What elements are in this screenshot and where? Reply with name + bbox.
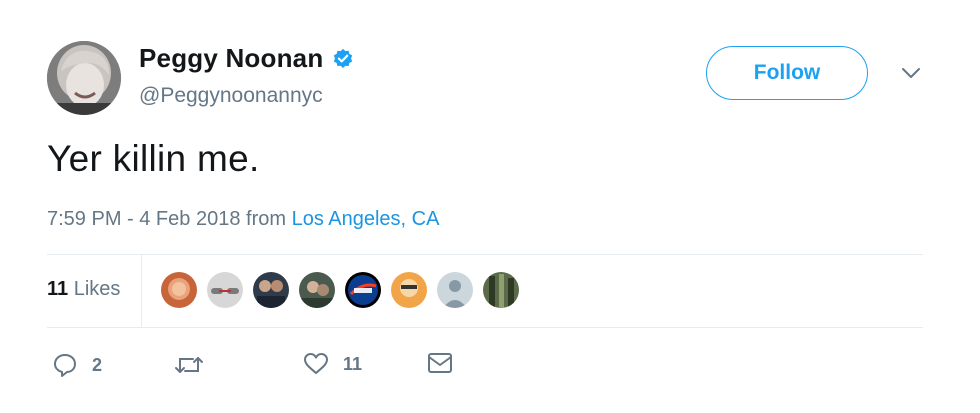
like-count: 11 — [343, 353, 363, 374]
nasa-avatar[interactable] — [345, 272, 381, 308]
likes-count: 11 — [47, 278, 69, 300]
avatar[interactable] — [47, 41, 121, 115]
retweet-action[interactable] — [174, 352, 218, 378]
avatar-image — [47, 41, 121, 115]
tweet-text: Yer killin me. — [47, 138, 260, 179]
like-action[interactable]: 11 — [303, 352, 362, 376]
from-label: from — [246, 208, 287, 230]
stats-separator — [141, 255, 142, 327]
reply-action[interactable]: 2 — [52, 352, 102, 378]
verified-badge-icon — [334, 48, 353, 68]
default-avatar[interactable] — [437, 272, 473, 308]
tweet-location-link[interactable]: Los Angeles, CA — [292, 208, 440, 230]
retweet-icon — [175, 357, 203, 373]
divider — [47, 327, 923, 328]
display-name[interactable]: Peggy Noonan — [139, 43, 323, 74]
divider — [47, 254, 923, 255]
author-name-row: Peggy Noonan — [139, 43, 354, 74]
likes-stat[interactable]: 11 Likes — [47, 278, 120, 301]
likes-label: Likes — [73, 278, 121, 300]
liker-avatar[interactable] — [207, 272, 243, 308]
reply-icon — [54, 354, 76, 377]
tweet-timestamp[interactable]: 7:59 PM - 4 Feb 2018 — [47, 208, 240, 230]
liker-avatar[interactable] — [299, 272, 335, 308]
liker-avatar[interactable] — [253, 272, 289, 308]
direct-message-action[interactable] — [427, 352, 453, 374]
liker-avatar[interactable] — [161, 272, 197, 308]
chevron-down-icon[interactable] — [899, 64, 923, 82]
reply-count: 2 — [92, 354, 103, 375]
follow-button[interactable]: Follow — [706, 46, 868, 100]
heart-icon — [304, 353, 328, 374]
envelope-icon — [428, 353, 452, 373]
tweet-actions: 2 11 — [52, 352, 472, 382]
user-handle[interactable]: @Peggynoonannyc — [139, 84, 323, 108]
tweet-metadata: 7:59 PM - 4 Feb 2018 from Los Angeles, C… — [47, 208, 439, 231]
liker-avatar[interactable] — [391, 272, 427, 308]
likers-avatars — [161, 272, 529, 308]
liker-avatar[interactable] — [483, 272, 519, 308]
